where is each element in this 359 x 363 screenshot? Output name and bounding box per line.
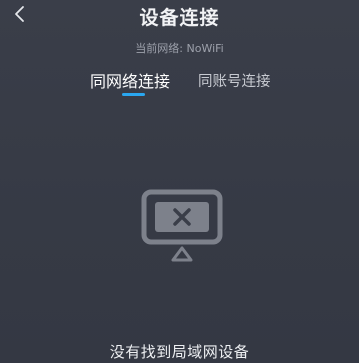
- device-connect-screen: 设备连接 当前网络: NoWiFi 同网络连接 同账号连接 没有找到局域网设备: [0, 0, 359, 363]
- page-title: 设备连接: [139, 7, 220, 29]
- network-status-text: 当前网络: NoWiFi: [135, 42, 224, 55]
- empty-state-message: 没有找到局域网设备: [109, 343, 250, 361]
- tab-same-network[interactable]: 同网络连接: [90, 68, 170, 92]
- tab-same-account[interactable]: 同账号连接: [198, 70, 271, 91]
- active-tab-indicator: [122, 93, 145, 96]
- tv-disconnected-icon: [141, 188, 223, 262]
